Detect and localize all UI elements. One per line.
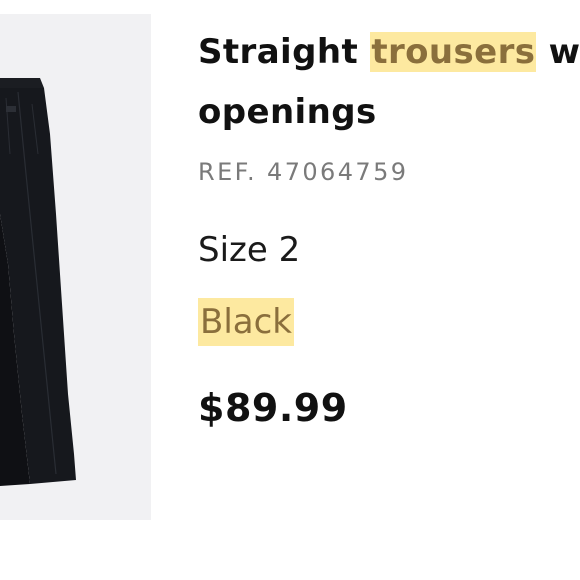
trousers-image-icon xyxy=(0,78,76,486)
product-details: Straight trousers w openings REF. 4706475… xyxy=(198,22,580,430)
title-highlight: trousers xyxy=(370,32,537,72)
product-title[interactable]: Straight trousers w openings xyxy=(198,22,580,142)
product-reference: REF. 47064759 xyxy=(198,158,409,186)
product-detail-page: Straight trousers w openings REF. 4706475… xyxy=(0,0,580,580)
title-text-post: w xyxy=(536,32,580,72)
title-text-pre: Straight xyxy=(198,32,371,72)
product-size: Size 2 xyxy=(198,230,301,270)
color-row: Black xyxy=(198,298,580,346)
title-line2: openings xyxy=(198,92,377,132)
product-image[interactable] xyxy=(0,14,151,520)
product-price: $89.99 xyxy=(198,386,348,430)
product-color: Black xyxy=(198,298,294,346)
